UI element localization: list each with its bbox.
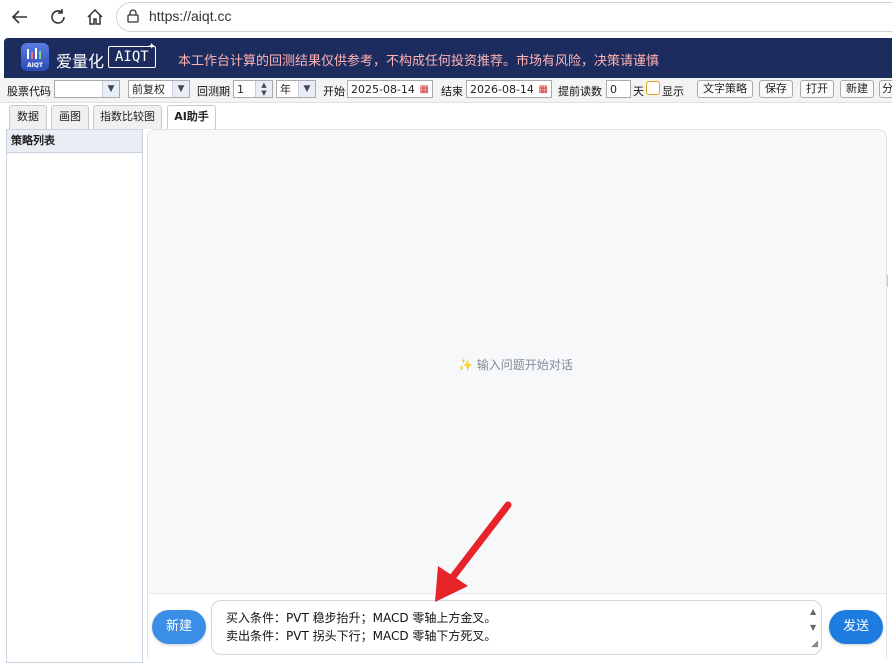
end-date-input[interactable]: 2026-08-14 ▦ (466, 80, 552, 98)
period-label: 回测期 (197, 85, 230, 98)
show-checkbox[interactable] (646, 81, 660, 95)
home-icon[interactable] (84, 6, 106, 28)
settings-toolbar: 股票代码 ▼ 前复权 ▼ 回测期 1 ▲ ▼ 年 ▼ 开始 2025-08-14 … (0, 78, 892, 103)
adjust-select[interactable]: 前复权 ▼ (128, 80, 190, 98)
app-header: AIQT 爱量化 AIQT ✦ 本工作台计算的回测结果仅供参考，不构成任何投资推… (4, 38, 892, 78)
save-button[interactable]: 保存 (759, 80, 793, 98)
resize-handle-icon[interactable]: ◢ (811, 635, 818, 653)
advance-unit: 天 (633, 85, 644, 98)
advance-value: 0 (610, 83, 617, 96)
tab-draw[interactable]: 画图 (51, 105, 89, 129)
chevron-down-icon: ▼ (172, 81, 189, 97)
new-strategy-button[interactable]: 新建 (840, 80, 874, 98)
end-date-value: 2026-08-14 (470, 83, 534, 96)
strategy-list-title: 策略列表 (7, 130, 142, 153)
open-button[interactable]: 打开 (800, 80, 834, 98)
period-unit-value: 年 (280, 83, 291, 96)
address-bar[interactable] (116, 2, 892, 32)
send-button[interactable]: 发送 (829, 610, 883, 644)
end-label: 结束 (441, 85, 463, 98)
reload-icon[interactable] (47, 6, 69, 28)
stepper-arrows-icon[interactable]: ▲ ▼ (255, 81, 272, 97)
tab-index-compare[interactable]: 指数比较图 (93, 105, 162, 129)
chevron-down-icon: ▼ (298, 81, 315, 97)
scroll-down-icon[interactable]: ▼ (810, 623, 816, 632)
chevron-down-icon: ▼ (102, 81, 119, 97)
chat-input[interactable]: 买入条件：PVT 稳步抬升；MACD 零轴上方金叉。 卖出条件：PVT 拐头下行… (211, 600, 822, 655)
calendar-icon[interactable]: ▦ (420, 81, 429, 99)
browser-toolbar: https://aiqt.cc (0, 0, 892, 34)
sparkle-icon: ✦ (148, 42, 156, 52)
start-label: 开始 (323, 85, 345, 98)
advance-input[interactable]: 0 (606, 80, 631, 98)
calendar-icon[interactable]: ▦ (539, 81, 548, 99)
stock-code-select[interactable]: ▼ (54, 80, 120, 98)
split-button[interactable]: 分 (879, 80, 892, 98)
text-strategy-button[interactable]: 文字策略 (697, 80, 753, 98)
app-logo-text: AIQT (26, 62, 44, 69)
stock-code-label: 股票代码 (7, 85, 51, 98)
app-logo-icon: AIQT (21, 43, 49, 71)
new-chat-button[interactable]: 新建 (152, 610, 206, 644)
advance-label: 提前读数 (558, 85, 602, 98)
back-arrow-icon[interactable] (9, 6, 31, 28)
empty-hint-text: 输入问题开始对话 (476, 358, 573, 372)
adjust-value: 前复权 (132, 83, 165, 96)
url-text[interactable]: https://aiqt.cc (149, 8, 231, 24)
chat-input-line: 卖出条件：PVT 拐头下行；MACD 零轴下方死叉。 (226, 629, 497, 643)
start-date-value: 2025-08-14 (351, 83, 415, 96)
strategy-list-panel: 策略列表 (6, 129, 143, 663)
period-value: 1 (237, 83, 244, 96)
chat-input-line: 买入条件：PVT 稳步抬升；MACD 零轴上方金叉。 (226, 611, 497, 625)
show-label: 显示 (662, 85, 684, 98)
tab-bar: 数据 画图 指数比较图 AI助手 (0, 103, 892, 129)
site-info-icon[interactable] (122, 5, 144, 27)
period-stepper[interactable]: 1 ▲ ▼ (233, 80, 273, 98)
empty-chat-hint: ✨ 输入问题开始对话 (458, 356, 573, 373)
tab-ai-assistant[interactable]: AI助手 (167, 105, 216, 129)
sparkle-icon: ✨ (458, 358, 473, 372)
tab-data[interactable]: 数据 (9, 105, 47, 129)
page-scrollbar[interactable] (887, 275, 892, 287)
period-unit-select[interactable]: 年 ▼ (276, 80, 316, 98)
disclaimer-text: 本工作台计算的回测结果仅供参考，不构成任何投资推荐。市场有风险，决策请谨慎 (178, 54, 660, 69)
app-name: 爱量化 (56, 52, 105, 71)
start-date-input[interactable]: 2025-08-14 ▦ (347, 80, 433, 98)
chat-panel (147, 129, 887, 663)
scroll-up-icon[interactable]: ▲ (810, 607, 816, 616)
